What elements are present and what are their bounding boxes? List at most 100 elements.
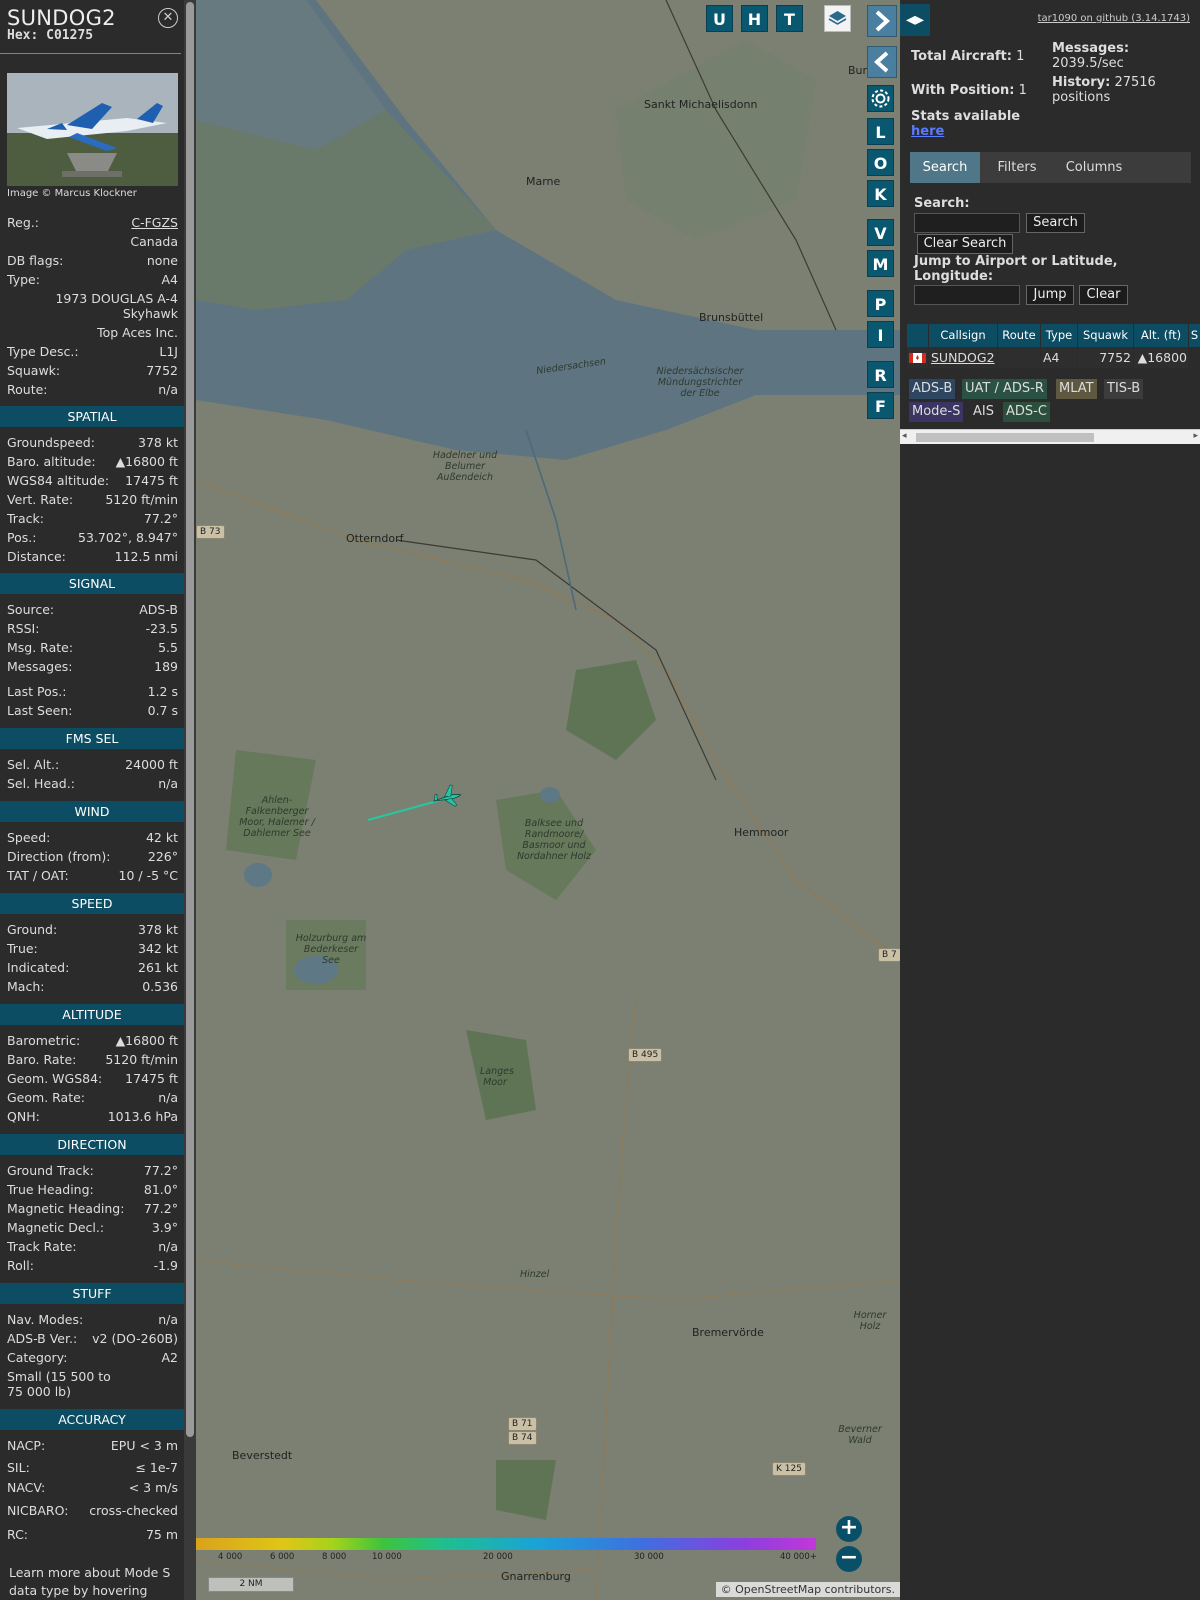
jump-button[interactable]: Jump [1026, 285, 1074, 305]
info-row: Category: A2 [7, 1350, 178, 1365]
chip-mlat[interactable]: MLAT [1056, 379, 1097, 399]
place-label: Sankt Michaelisdonn [644, 98, 758, 111]
place-label: Brunsbüttel [699, 311, 764, 324]
dbflags-value: none [146, 253, 178, 268]
table-header-route[interactable]: Route [998, 324, 1040, 347]
info-row: Nav. Modes: n/a [7, 1312, 178, 1327]
squawk-row: Squawk: 7752 [7, 363, 178, 381]
selected-callsign: SUNDOG2 [7, 6, 116, 30]
place-label: Hemmoor [734, 826, 789, 839]
table-header-s[interactable]: S [1189, 324, 1200, 347]
history-stat: History: 27516 [1052, 75, 1156, 90]
aircraft-photo[interactable] [7, 73, 178, 186]
map-button-p[interactable]: P [867, 290, 894, 317]
stats-available: Stats available [911, 109, 1021, 124]
zoom-out-button[interactable]: − [836, 1546, 862, 1572]
info-row: NICBARO: cross-checked [7, 1503, 178, 1518]
place-label: Beverstedt [232, 1449, 293, 1462]
type-full-2: Skyhawk [122, 306, 178, 321]
info-row: TAT / OAT: 10 / -5 °C [7, 868, 178, 883]
layers-icon[interactable] [824, 5, 851, 32]
section-fms-sel[interactable]: FMS SEL [0, 728, 184, 749]
info-row: QNH: 1013.6 hPa [7, 1109, 178, 1124]
map-canvas[interactable]: Sankt Michaelisdonn Marne Brunsbüttel Ot… [196, 0, 900, 1600]
map-button-f[interactable]: F [867, 392, 894, 419]
info-row: Ground: 378 kt [7, 922, 178, 937]
map-attribution: © OpenStreetMap contributors. [715, 1582, 900, 1597]
chip-modes[interactable]: Mode-S [909, 402, 964, 422]
info-row: Last Pos.: 1.2 s [7, 684, 178, 699]
table-row-callsign[interactable]: SUNDOG2 [929, 347, 997, 368]
section-speed[interactable]: SPEED [0, 893, 184, 914]
settings-gear-icon[interactable] [867, 85, 894, 112]
chip-adsb[interactable]: ADS-B [909, 379, 956, 399]
map-button-i[interactable]: I [867, 321, 894, 348]
zoom-in-button[interactable]: + [836, 1516, 862, 1542]
tab-columns[interactable]: Columns [1054, 152, 1134, 183]
section-stuff[interactable]: STUFF [0, 1283, 184, 1304]
info-scrollbar[interactable] [184, 0, 196, 1600]
area-label: Langes Moor [480, 1066, 514, 1088]
table-header-flag [907, 324, 928, 347]
table-header-squawk[interactable]: Squawk [1078, 324, 1133, 347]
table-header-altitude[interactable]: Alt. (ft) [1134, 324, 1188, 347]
road-sign: B 71 [508, 1417, 537, 1431]
table-header-type[interactable]: Type [1041, 324, 1077, 347]
jump-label-2: Longitude: [914, 269, 994, 284]
info-row: Track: 77.2° [7, 511, 178, 526]
area-label: Hinzel [520, 1269, 550, 1280]
area-label: Beverner Wald [838, 1424, 882, 1446]
chip-tisb[interactable]: TIS-B [1104, 379, 1144, 399]
road-sign: B 73 [196, 525, 225, 539]
section-signal[interactable]: SIGNAL [0, 573, 184, 594]
map-button-l[interactable]: L [867, 118, 894, 145]
info-row: WGS84 altitude: 17475 ft [7, 473, 178, 488]
map-button-m[interactable]: M [867, 250, 894, 277]
chevron-left-icon[interactable] [867, 46, 897, 78]
typedesc-value: L1J [159, 344, 178, 359]
map-button-k[interactable]: K [867, 180, 894, 207]
info-row: Speed: 42 kt [7, 830, 178, 845]
jump-input[interactable] [914, 285, 1020, 305]
section-wind[interactable]: WIND [0, 801, 184, 822]
operator-value: Top Aces Inc. [97, 325, 178, 340]
chip-uat-adsr[interactable]: UAT / ADS-R [962, 379, 1047, 399]
road-sign: B 74 [508, 1431, 537, 1445]
chip-ais[interactable]: AIS [970, 402, 997, 422]
info-row: True: 342 kt [7, 941, 178, 956]
section-altitude[interactable]: ALTITUDE [0, 1004, 184, 1025]
tab-search[interactable]: Search [910, 152, 980, 183]
map-button-r[interactable]: R [867, 361, 894, 388]
search-button[interactable]: Search [1026, 213, 1085, 233]
chip-adsc[interactable]: ADS-C [1003, 402, 1050, 422]
expand-collapse-icon[interactable]: ◂▸ [900, 4, 930, 36]
table-row-type: A4 [1041, 347, 1077, 368]
info-row: Direction (from): 226° [7, 849, 178, 864]
attribution-link[interactable]: OpenStreetMap [735, 1583, 821, 1596]
photo-credit: Image © Marcus Klockner [7, 188, 137, 199]
dbflags-row: DB flags: none [7, 253, 178, 271]
map-button-o[interactable]: O [867, 149, 894, 176]
table-header-callsign[interactable]: Callsign [929, 324, 997, 347]
github-link[interactable]: tar1090 on github (3.14.1743) [1038, 13, 1190, 24]
country-value: Canada [130, 234, 178, 249]
map-button-h[interactable]: H [741, 5, 768, 32]
clear-search-button[interactable]: Clear Search [917, 234, 1013, 254]
close-icon[interactable]: ✕ [158, 8, 178, 28]
search-input[interactable] [914, 213, 1020, 233]
map-button-t[interactable]: T [776, 5, 803, 32]
section-accuracy[interactable]: ACCURACY [0, 1409, 184, 1430]
chevron-right-icon[interactable] [867, 5, 897, 37]
info-row: Ground Track: 77.2° [7, 1163, 178, 1178]
tab-filters[interactable]: Filters [984, 152, 1050, 183]
table-horizontal-scrollbar[interactable]: ◂ ▸ [900, 429, 1200, 444]
clear-button[interactable]: Clear [1079, 285, 1128, 305]
map-button-v[interactable]: V [867, 219, 894, 246]
section-direction[interactable]: DIRECTION [0, 1134, 184, 1155]
road-sign: B 495 [628, 1048, 663, 1062]
section-spatial[interactable]: SPATIAL [0, 406, 184, 427]
aircraft-info-panel: SUNDOG2 Hex: C01275 ✕ Image © Marcus Klo… [0, 0, 196, 1600]
stats-link[interactable]: here [911, 124, 944, 139]
map-button-u[interactable]: U [706, 5, 733, 32]
reg-link[interactable]: C-FGZS [131, 215, 178, 230]
